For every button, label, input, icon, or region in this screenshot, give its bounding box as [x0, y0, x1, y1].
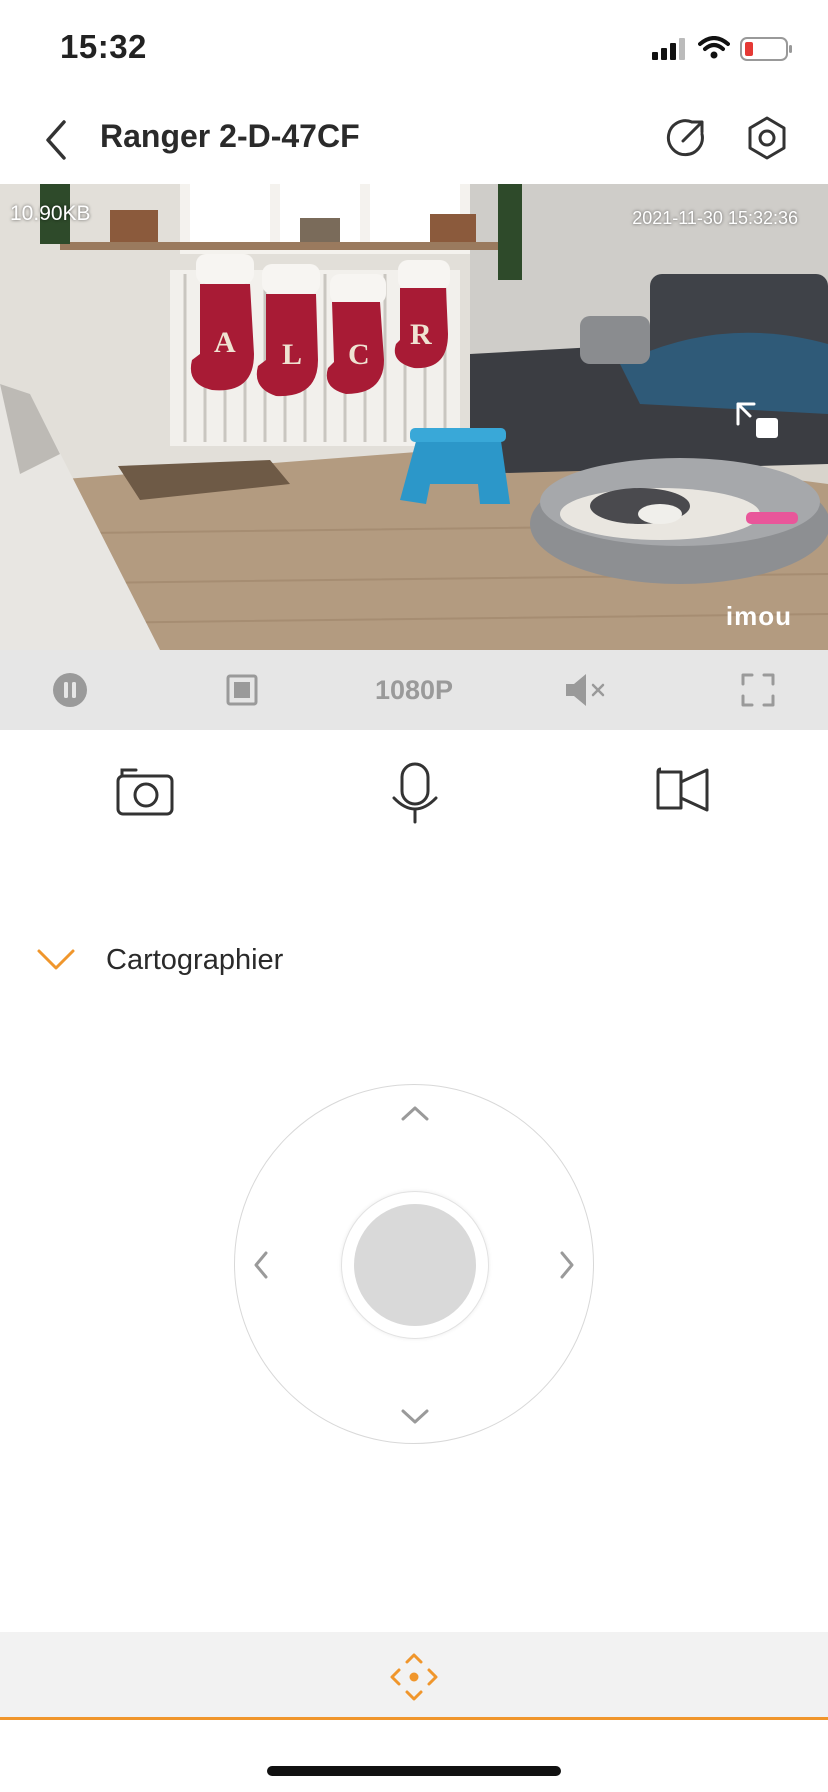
pan-left-arrow-icon[interactable]: [251, 1249, 271, 1286]
stocking-letter: R: [410, 318, 432, 351]
video-record-icon[interactable]: [655, 766, 711, 821]
action-row: [0, 760, 828, 850]
status-time: 15:32: [60, 28, 147, 65]
bottom-tab-bar: [0, 1632, 828, 1720]
stop-button[interactable]: [212, 650, 272, 730]
wifi-icon: [698, 36, 730, 65]
chevron-down-icon[interactable]: [36, 946, 76, 979]
page-title: Ranger 2-D-47CF: [100, 118, 360, 154]
live-video-view[interactable]: A L C R 10.90KB 2021-11-30 15:32:36 imou: [0, 184, 828, 650]
joystick-knob-ring: [341, 1191, 489, 1339]
ptz-joystick[interactable]: [234, 1084, 594, 1444]
battery-icon: [740, 37, 794, 66]
stocking-letter: C: [348, 338, 370, 371]
mute-icon: [566, 674, 605, 706]
camera-scene-image: A L C R: [0, 184, 828, 650]
back-icon[interactable]: [40, 118, 72, 167]
ptz-direction-icon[interactable]: [389, 1652, 439, 1707]
share-icon[interactable]: [666, 116, 708, 163]
brand-watermark: imou: [725, 601, 792, 631]
bitrate-label: 10.90KB: [10, 202, 91, 225]
status-bar: 15:32: [0, 0, 828, 96]
pan-down-arrow-icon[interactable]: [399, 1407, 431, 1432]
stocking-letter: L: [282, 338, 302, 371]
stocking-letter: A: [214, 326, 236, 359]
fullscreen-button[interactable]: [728, 650, 788, 730]
home-indicator: [267, 1766, 561, 1776]
pause-button[interactable]: [40, 650, 100, 730]
resolution-toggle[interactable]: 1080P: [354, 650, 474, 730]
pan-up-arrow-icon[interactable]: [399, 1103, 431, 1128]
pan-right-arrow-icon[interactable]: [557, 1249, 577, 1286]
pause-icon: [53, 673, 87, 707]
settings-icon[interactable]: [745, 114, 789, 167]
camera-icon[interactable]: [116, 766, 174, 823]
resolution-label: 1080P: [374, 674, 454, 705]
fullscreen-icon: [741, 673, 775, 707]
microphone-icon[interactable]: [390, 762, 440, 829]
cartographier-section[interactable]: Cartographier: [0, 940, 828, 990]
cellular-signal-icon: [652, 38, 690, 65]
playback-control-bar: 1080P: [0, 650, 828, 730]
stop-icon: [226, 674, 258, 706]
picture-in-picture-icon[interactable]: [734, 400, 780, 445]
mute-button[interactable]: [556, 650, 616, 730]
section-label: Cartographier: [106, 944, 284, 976]
nav-header: Ranger 2-D-47CF: [0, 96, 828, 184]
video-timestamp: 2021-11-30 15:32:36: [632, 208, 798, 228]
joystick-knob[interactable]: [354, 1204, 476, 1326]
